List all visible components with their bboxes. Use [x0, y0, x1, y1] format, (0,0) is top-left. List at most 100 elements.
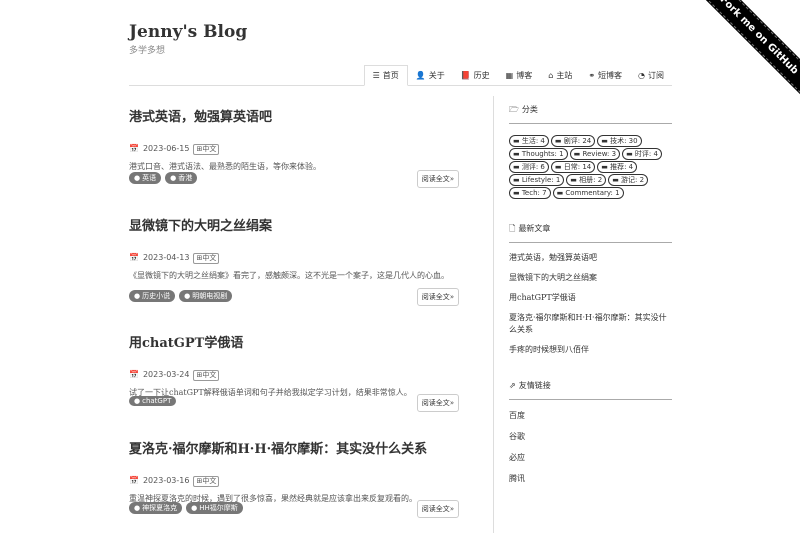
category-badge[interactable]: ▬ Lifestyle: 1	[509, 174, 565, 186]
post-title[interactable]: 港式英语，勉强算英语吧	[129, 106, 459, 125]
nav-item-label: 短博客	[598, 71, 623, 80]
post-excerpt: 《显微镜下的大明之丝绢案》看完了，感触颇深。这不光是一个案子，这是几代人的心血。	[129, 271, 449, 280]
folder-icon: ▬	[554, 163, 564, 171]
nav-item-5[interactable]: ⚭ 短博客	[580, 65, 630, 86]
recent-post-link[interactable]: 夏洛克·福尔摩斯和H·H·福尔摩斯：其实没什么关系	[509, 312, 672, 336]
category-label: 推荐: 4	[610, 163, 634, 171]
category-badge[interactable]: ▬ 剧评: 24	[550, 135, 596, 147]
recent-post-link[interactable]: 用chatGPT学俄语	[509, 292, 672, 304]
blog-icon: ▦	[505, 71, 514, 80]
nav-item-0[interactable]: ☰ 首页	[363, 65, 408, 86]
tag[interactable]: ● HH福尔摩斯	[186, 502, 243, 514]
read-more-button[interactable]: 阅读全文»	[416, 394, 459, 412]
friend-link[interactable]: 谷歌	[509, 431, 672, 452]
links-heading: ⇗ 友情链接	[509, 381, 551, 390]
calendar-icon: 📅	[129, 370, 139, 379]
recent-post-link[interactable]: 港式英语，勉强算英语吧	[509, 252, 672, 264]
post-title[interactable]: 夏洛克·福尔摩斯和H·H·福尔摩斯：其实没什么关系	[129, 438, 459, 457]
category-label: Tech: 7	[521, 189, 547, 197]
post-title[interactable]: 用chatGPT学俄语	[129, 332, 459, 351]
folder-icon: ▬	[601, 163, 611, 171]
nav-item-4[interactable]: ⌂ 主站	[540, 65, 580, 86]
post-meta: 📅 2023-04-13 ⊞中文	[129, 253, 220, 264]
category-badge[interactable]: ▬ 日常: 14	[550, 161, 596, 173]
category-label: 游记: 2	[621, 176, 645, 184]
recent-post-link[interactable]: 显微镜下的大明之丝绢案	[509, 272, 672, 284]
nav-items: ☰ 首页 👤 关于 📕 历史 ▦ 博客 ⌂ 主站 ⚭ 短博客 ◔ 订阅	[363, 65, 672, 86]
category-badge[interactable]: ▬ 推荐: 4	[597, 161, 638, 173]
links-divider	[509, 399, 672, 400]
home-icon: ⌂	[548, 71, 554, 80]
nav-item-label: 历史	[473, 71, 490, 80]
friend-link[interactable]: 必应	[509, 452, 672, 473]
book-icon: 📕	[460, 71, 471, 80]
friend-link[interactable]: 百度	[509, 410, 672, 431]
nav-item-2[interactable]: 📕 历史	[453, 65, 498, 86]
main-nav: ☰ 首页 👤 关于 📕 历史 ▦ 博客 ⌂ 主站 ⚭ 短博客 ◔ 订阅	[129, 65, 672, 86]
tag-icon: ●	[134, 504, 141, 512]
folder-open-icon: 🗁	[509, 105, 519, 114]
category-badge[interactable]: ▬ 测评: 6	[509, 161, 549, 173]
post-title[interactable]: 显微镜下的大明之丝绢案	[129, 215, 459, 234]
post-item: 港式英语，勉强算英语吧 📅 2023-06-15 ⊞中文 港式口音、港式语法、最熟悉的陌…	[129, 106, 459, 188]
folder-icon: ▬	[554, 137, 564, 145]
tag-icon: ●	[170, 174, 177, 182]
nav-item-1[interactable]: 👤 关于	[408, 65, 453, 86]
read-more-button[interactable]: 阅读全文»	[416, 170, 459, 188]
folder-icon: ▬	[513, 176, 522, 184]
post-date: 2023-04-13	[142, 253, 190, 262]
recent-divider	[509, 242, 672, 243]
nav-item-3[interactable]: ▦ 博客	[498, 65, 541, 86]
link-icon: ⚭	[588, 71, 596, 80]
category-label: Review: 3	[582, 150, 617, 158]
site-title[interactable]: Jenny's Blog	[129, 22, 247, 42]
tag[interactable]: ● 香港	[165, 172, 198, 184]
category-label: 相册: 2	[579, 176, 603, 184]
category-badge[interactable]: ▬ Tech: 7	[509, 187, 551, 199]
category-badge[interactable]: ▬ 相册: 2	[566, 174, 607, 186]
category-badge[interactable]: ▬ 游记: 2	[608, 174, 649, 186]
category-badge[interactable]: ▬ 技术: 30	[597, 135, 642, 147]
rss-icon: ◔	[638, 71, 645, 80]
post-date: 2023-03-16	[142, 476, 190, 485]
folder-icon: ▬	[513, 189, 522, 197]
tag-icon: ●	[134, 397, 141, 405]
tag[interactable]: ● 英语	[129, 172, 162, 184]
tag[interactable]: ● 神探夏洛克	[129, 502, 183, 514]
category-badge[interactable]: ▬ Commentary: 1	[552, 187, 624, 199]
recent-post-link[interactable]: 手疼的时候想到八佰伴	[509, 344, 672, 356]
category-badge[interactable]: ▬ Thoughts: 1	[509, 148, 568, 160]
read-more-button[interactable]: 阅读全文»	[416, 288, 459, 306]
tag-label: HH福尔摩斯	[199, 504, 238, 512]
language-label: 中文	[202, 371, 217, 379]
tag[interactable]: ● 明朝电视剧	[179, 290, 233, 302]
category-label: Thoughts: 1	[521, 150, 564, 158]
post-tags: ● 英语 ● 香港	[129, 172, 198, 184]
post-tags: ● 历史小说 ● 明朝电视剧	[129, 290, 233, 302]
tag-icon: ●	[134, 292, 141, 300]
tag-label: 明朝电视剧	[192, 292, 228, 300]
category-badge[interactable]: ▬ 生活: 4	[509, 135, 549, 147]
post-tags: ● 神探夏洛克 ● HH福尔摩斯	[129, 502, 243, 514]
friend-link[interactable]: 腾讯	[509, 473, 672, 494]
categories-divider	[509, 123, 672, 124]
tag[interactable]: ● chatGPT	[129, 396, 177, 406]
read-more-button[interactable]: 阅读全文»	[416, 500, 459, 518]
calendar-icon: 📅	[129, 476, 139, 485]
post-excerpt: 试了一下让chatGPT解释俄语单词和句子并给我拟定学习计划，结果非常惊人。	[129, 388, 412, 397]
language-badge: ⊞中文	[193, 253, 220, 264]
category-badge[interactable]: ▬ Review: 3	[569, 148, 621, 160]
category-label: Commentary: 1	[565, 189, 620, 197]
categories-heading: 🗁 分类	[509, 105, 538, 114]
tag-label: chatGPT	[142, 397, 172, 405]
calendar-icon: 📅	[129, 144, 139, 153]
folder-icon: ▬	[626, 150, 635, 158]
tag[interactable]: ● 历史小说	[129, 290, 176, 302]
nav-item-label: 关于	[428, 71, 445, 80]
category-badge[interactable]: ▬ 时评: 4	[622, 148, 662, 160]
tag-label: 历史小说	[142, 292, 171, 300]
post-item: 显微镜下的大明之丝绢案 📅 2023-04-13 ⊞中文《显微镜下的大明之丝绢案》看完…	[129, 215, 459, 306]
tag-label: 香港	[178, 174, 193, 182]
nav-item-6[interactable]: ◔ 订阅	[630, 65, 672, 86]
fork-me-ribbon[interactable]: Fork me on GitHub	[690, 0, 800, 104]
